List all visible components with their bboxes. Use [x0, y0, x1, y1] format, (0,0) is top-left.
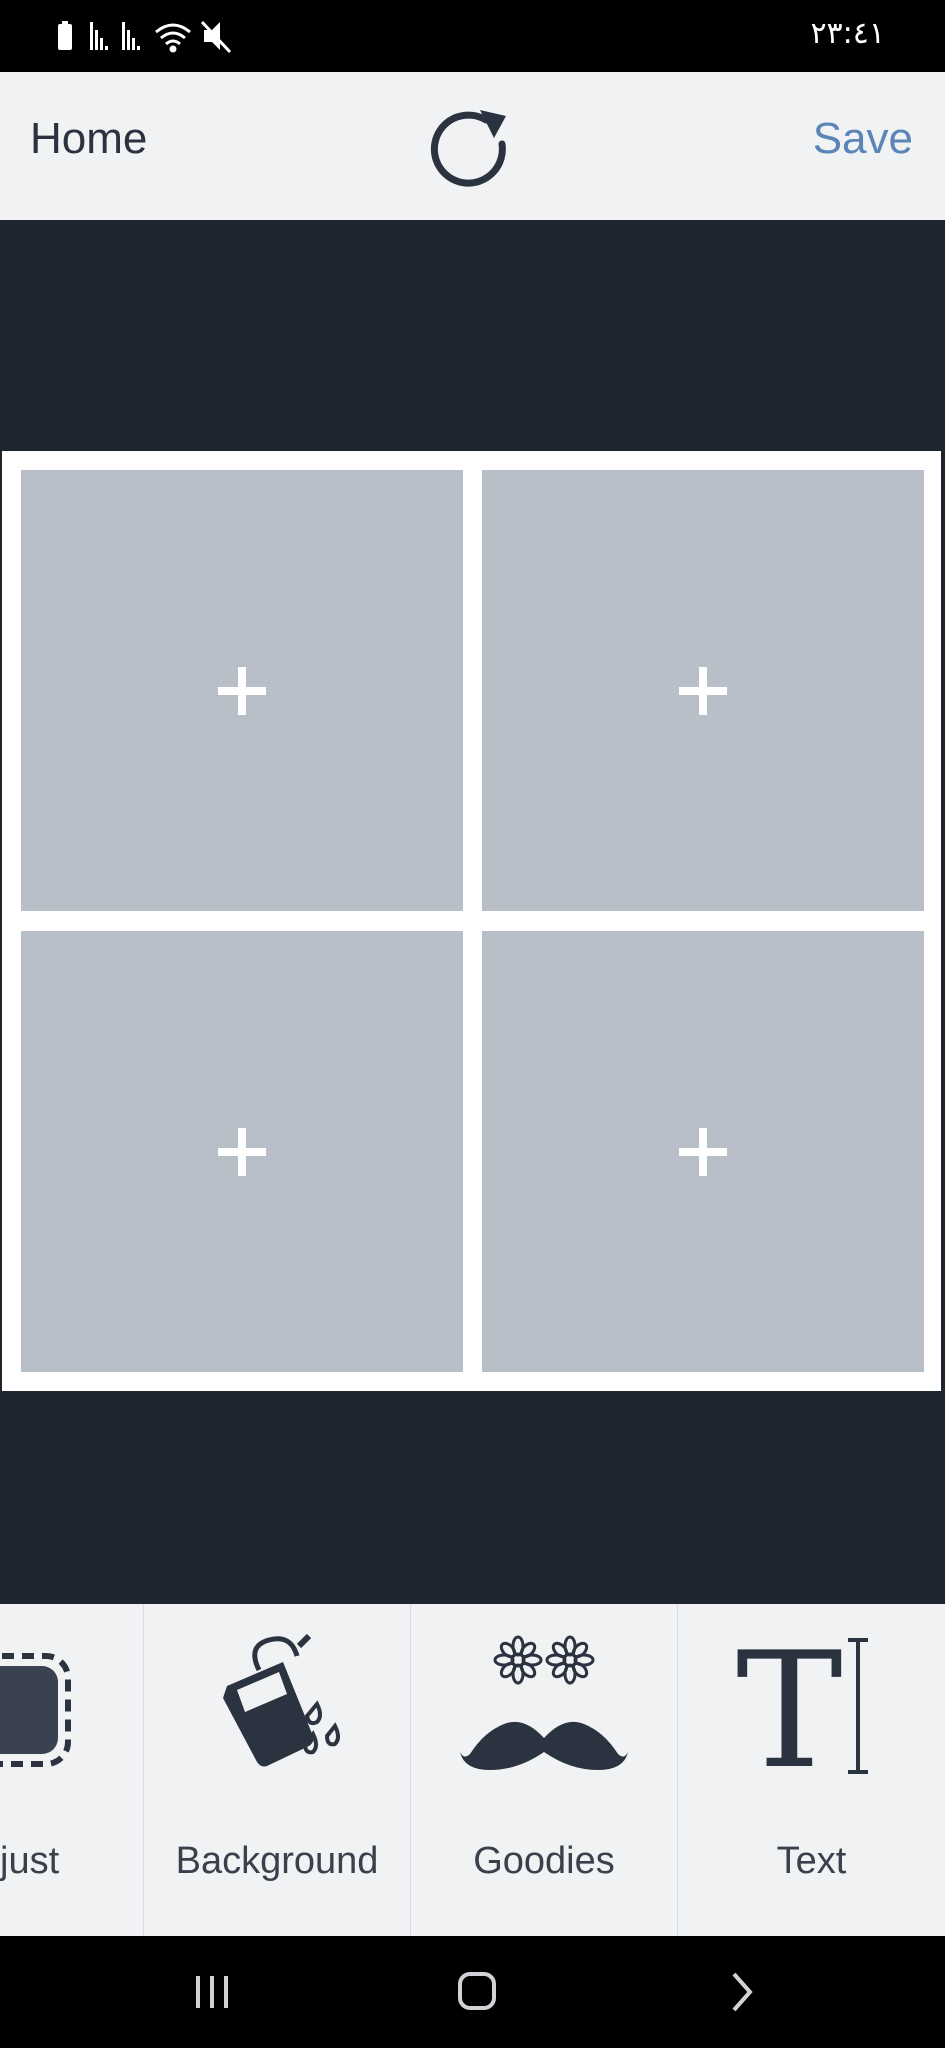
- top-toolbar: Home Save: [0, 72, 945, 220]
- recent-apps-button[interactable]: [182, 1964, 242, 2020]
- tool-label: Background: [175, 1840, 379, 1882]
- plus-icon: [218, 1127, 266, 1176]
- tool-label: Goodies: [473, 1840, 615, 1882]
- mustache-icon: [460, 1635, 628, 1770]
- tool-strip: just Background Goodies T Text: [0, 1604, 945, 1936]
- save-button[interactable]: Save: [813, 114, 913, 164]
- home-button[interactable]: Home: [30, 114, 147, 164]
- text-cursor-icon: T: [736, 1626, 868, 1786]
- signal-icon: [90, 22, 108, 50]
- back-icon: [732, 1972, 753, 2012]
- tool-label: Text: [776, 1840, 847, 1882]
- mute-icon: [200, 20, 232, 54]
- back-button[interactable]: [712, 1964, 772, 2020]
- home-icon: [458, 1972, 496, 2010]
- collage-grid: [2, 451, 941, 1391]
- collage-cell[interactable]: [21, 470, 463, 911]
- collage-canvas: [0, 220, 945, 1604]
- collage-cell[interactable]: [482, 931, 924, 1372]
- tool-background[interactable]: Background: [144, 1604, 411, 1936]
- status-icons: [58, 20, 232, 54]
- collage-cell[interactable]: [21, 931, 463, 1372]
- system-nav-bar: [0, 1936, 945, 2048]
- tool-text[interactable]: T Text: [678, 1604, 945, 1936]
- refresh-icon: [430, 110, 506, 187]
- adjust-frame-icon: [0, 1653, 71, 1767]
- home-nav-button[interactable]: [446, 1964, 506, 2020]
- status-time: ٢٣:٤١: [810, 16, 885, 51]
- plus-icon: [679, 666, 727, 715]
- tool-label: just: [0, 1840, 60, 1882]
- plus-icon: [218, 666, 266, 715]
- svg-text:T: T: [736, 1626, 843, 1786]
- tool-adjust[interactable]: just: [0, 1604, 144, 1936]
- recent-apps-icon: [196, 1976, 228, 2008]
- paint-bucket-icon: [223, 1633, 340, 1767]
- tool-goodies[interactable]: Goodies: [411, 1604, 678, 1936]
- refresh-button[interactable]: [424, 102, 520, 198]
- battery-icon: [58, 21, 72, 50]
- plus-icon: [679, 1127, 727, 1176]
- wifi-icon: [155, 23, 191, 53]
- collage-cell[interactable]: [482, 470, 924, 911]
- signal-icon: [122, 22, 140, 50]
- status-bar: ٢٣:٤١: [0, 0, 945, 72]
